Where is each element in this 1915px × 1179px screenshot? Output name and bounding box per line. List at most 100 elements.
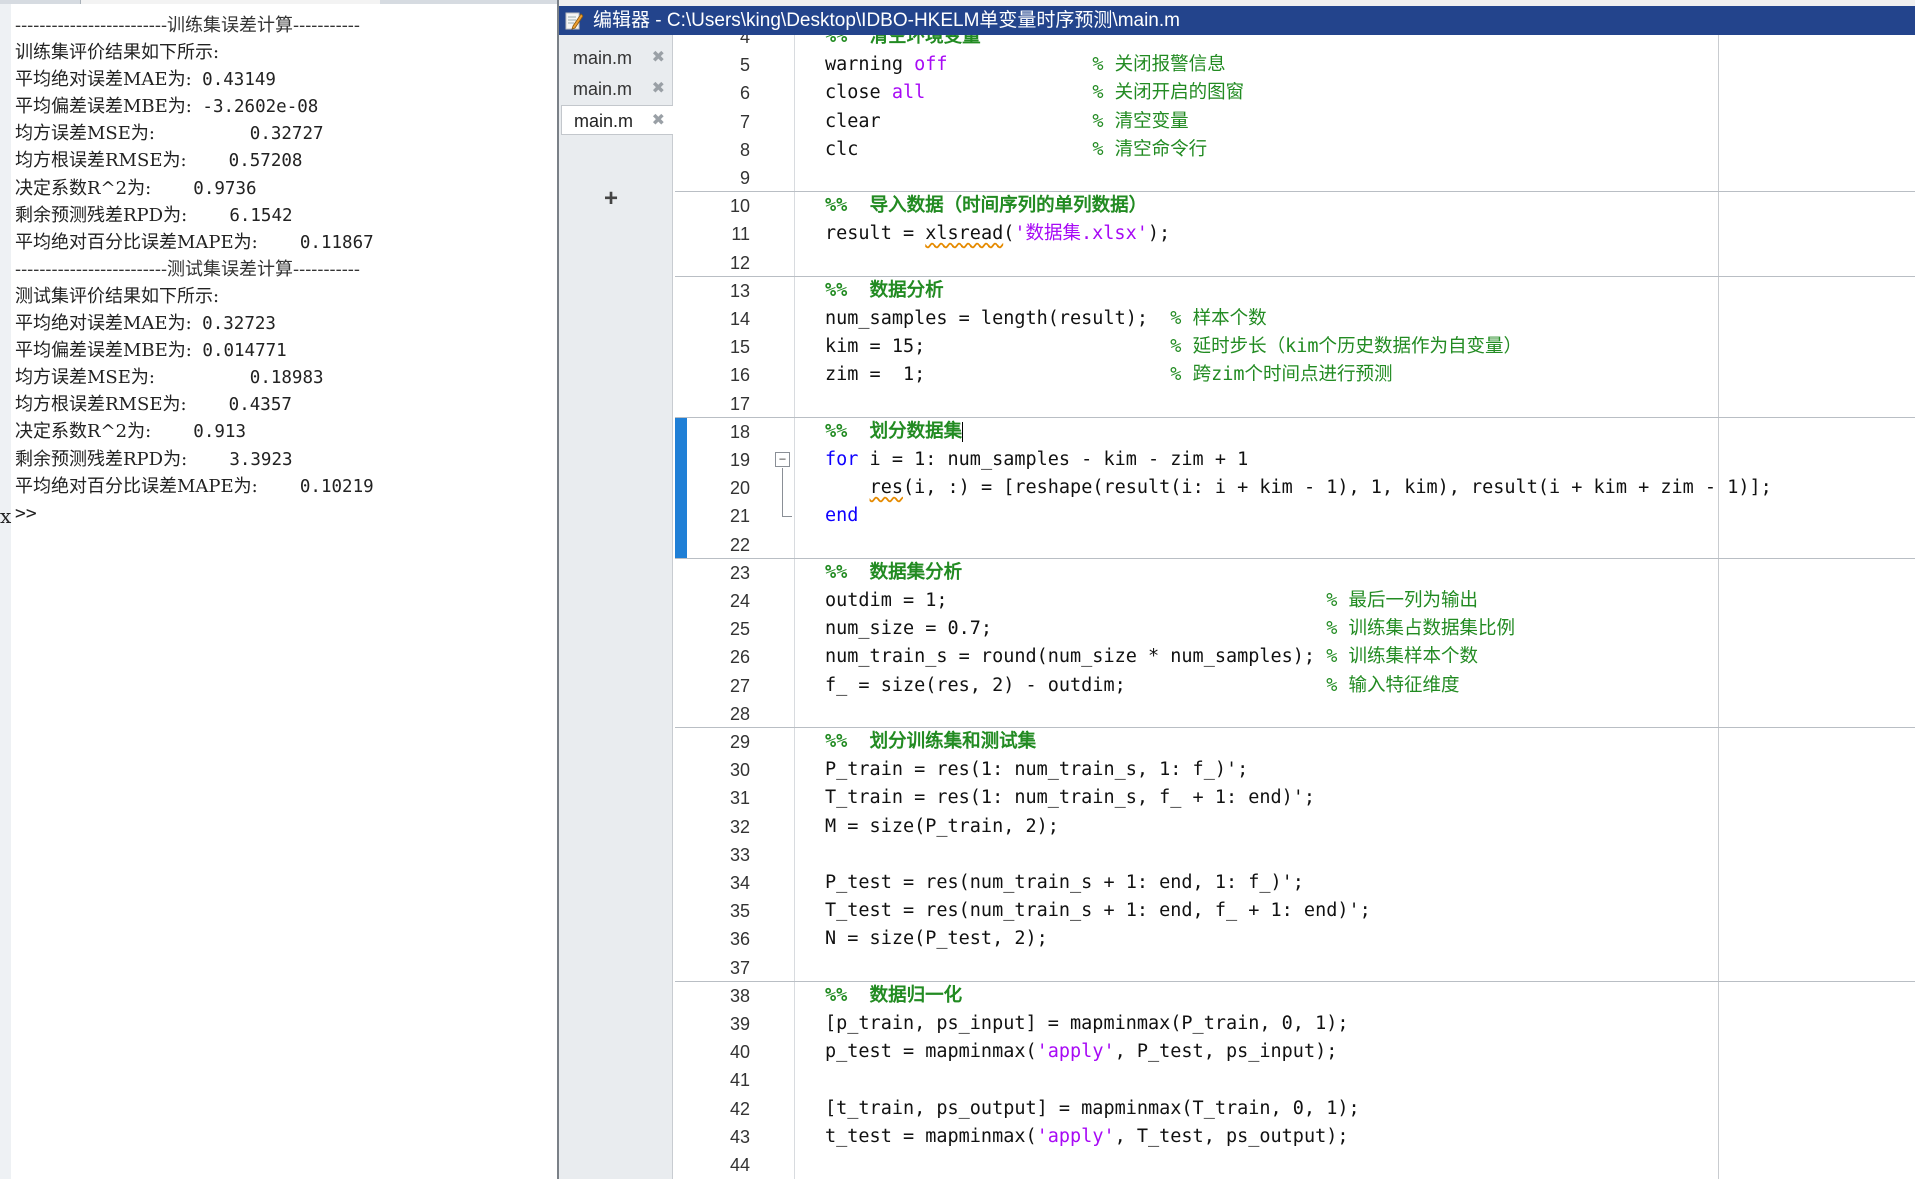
code-line[interactable]: 38 %% 数据归一化 bbox=[675, 982, 1915, 1010]
line-number: 28 bbox=[729, 703, 750, 724]
code-line[interactable]: 12 bbox=[675, 249, 1915, 277]
line-number: 4 bbox=[739, 35, 750, 47]
code-text: warning off % 关闭报警信息 bbox=[825, 54, 1226, 76]
output-line: 剩余预测残差RPD为: 3.3923 bbox=[15, 446, 555, 473]
code-line[interactable]: 25 num_size = 0.7; % 训练集占数据集比例 bbox=[675, 615, 1915, 643]
code-line[interactable]: 8 clc % 清空命令行 bbox=[675, 136, 1915, 164]
code-line[interactable]: 16 zim = 1; % 跨zim个时间点进行预测 bbox=[675, 361, 1915, 389]
tab-main-m[interactable]: main.m ✖ bbox=[561, 43, 673, 73]
code-line[interactable]: 35 T_test = res(num_train_s + 1: end, f_ … bbox=[675, 897, 1915, 925]
code-line[interactable]: 10 %% 导入数据（时间序列的单列数据） bbox=[675, 192, 1915, 220]
tab-main-m[interactable]: main.m ✖ bbox=[561, 74, 673, 104]
metric-value: 0.57208 bbox=[186, 151, 303, 172]
line-number: 42 bbox=[729, 1098, 750, 1119]
code-line[interactable]: 32 M = size(P_train, 2); bbox=[675, 813, 1915, 841]
metric-value: -3.2602e-08 bbox=[191, 97, 319, 118]
tab-close-icon[interactable]: ✖ bbox=[652, 43, 665, 73]
code-line[interactable]: 7 clear % 清空变量 bbox=[675, 108, 1915, 136]
line-number: 13 bbox=[729, 280, 750, 301]
line-number: 24 bbox=[729, 591, 750, 611]
code-text: num_train_s = round(num_size * num_sampl… bbox=[825, 646, 1479, 668]
code-line[interactable]: 41 bbox=[675, 1066, 1915, 1094]
code-line[interactable]: 9 bbox=[675, 164, 1915, 192]
line-number: 15 bbox=[729, 337, 750, 358]
editor-pencil-icon bbox=[565, 12, 583, 30]
line-number: 41 bbox=[729, 1070, 750, 1091]
code-line[interactable]: 17 bbox=[675, 390, 1915, 418]
code-line[interactable]: 18 %% 划分数据集 bbox=[675, 418, 1915, 446]
command-window[interactable]: -------------------------训练集误差计算--------… bbox=[0, 0, 557, 1179]
tab-main-m[interactable]: main.m ✖ bbox=[561, 105, 673, 135]
line-number: 20 bbox=[729, 478, 750, 499]
code-line[interactable]: 37 bbox=[675, 954, 1915, 982]
output-line: 决定系数R^2为: 0.9736 bbox=[15, 175, 555, 202]
output-separator: -------------------------训练集误差计算--------… bbox=[15, 15, 360, 36]
output-line: 均方误差MSE为: 0.18983 bbox=[15, 364, 555, 391]
tab-close-icon[interactable]: ✖ bbox=[652, 106, 665, 136]
code-line[interactable]: 15 kim = 15; % 延时步长（kim个历史数据作为自变量） bbox=[675, 333, 1915, 361]
metric-label: 决定系数R^2为: bbox=[15, 177, 152, 199]
code-text: result = xlsread('数据集.xlsx'); bbox=[825, 223, 1171, 245]
line-number: 5 bbox=[739, 55, 750, 76]
code-text: t_test = mapminmax('apply', T_test, ps_o… bbox=[825, 1125, 1349, 1147]
code-line[interactable]: 33 bbox=[675, 841, 1915, 869]
code-line[interactable]: 29 %% 划分训练集和测试集 bbox=[675, 728, 1915, 756]
new-tab-button[interactable]: + bbox=[604, 185, 618, 213]
code-line[interactable]: 36 N = size(P_test, 2); bbox=[675, 925, 1915, 953]
metric-value: 0.10219 bbox=[257, 476, 374, 497]
code-line[interactable]: 43 t_test = mapminmax('apply', T_test, ps… bbox=[675, 1123, 1915, 1151]
line-number: 19 bbox=[729, 450, 750, 470]
code-line[interactable]: 13 %% 数据分析 bbox=[675, 277, 1915, 305]
metric-label: 均方根误差RMSE为: bbox=[15, 150, 187, 172]
code-line[interactable]: 31 T_train = res(1: num_train_s, f_ + 1: … bbox=[675, 784, 1915, 812]
metric-label: 平均偏差误差MBE为: bbox=[15, 340, 192, 362]
code-line[interactable]: 28 bbox=[675, 700, 1915, 728]
code-line[interactable]: 30 P_train = res(1: num_train_s, 1: f_)'; bbox=[675, 756, 1915, 784]
code-line[interactable]: 19 for i = 1: num_samples - kim - zim + 1 bbox=[675, 446, 1915, 474]
fx-icon[interactable]: x bbox=[0, 504, 11, 528]
fold-collapse-icon[interactable]: − bbox=[775, 452, 790, 467]
metric-value: 0.11867 bbox=[257, 232, 374, 253]
code-editor[interactable]: 4 %% 清空环境变量 5 warning off % 关闭报警信息 6 close al… bbox=[675, 35, 1915, 1179]
code-line[interactable]: 27 f_ = size(res, 2) - outdim; % 输入特征维度 bbox=[675, 672, 1915, 700]
code-text: clear % 清空变量 bbox=[825, 110, 1189, 132]
code-line[interactable]: 5 warning off % 关闭报警信息 bbox=[675, 51, 1915, 79]
command-prompt[interactable]: >> bbox=[15, 500, 555, 527]
code-line[interactable]: 21 end bbox=[675, 502, 1915, 530]
code-line[interactable]: 20 res(i, :) = [reshape(result(i: i + ki… bbox=[675, 474, 1915, 502]
code-text: kim = 15; % 延时步长（kim个历史数据作为自变量） bbox=[825, 336, 1523, 358]
tab-close-icon[interactable]: ✖ bbox=[652, 74, 665, 104]
code-line[interactable]: 44 bbox=[675, 1151, 1915, 1179]
line-number: 9 bbox=[739, 168, 750, 188]
command-window-gutter bbox=[0, 4, 11, 1179]
code-line[interactable]: 22 bbox=[675, 531, 1915, 559]
tab-label: main.m bbox=[574, 111, 634, 131]
code-text: P_test = res(num_train_s + 1: end, 1: f_… bbox=[825, 872, 1304, 893]
metric-label: 平均偏差误差MBE为: bbox=[15, 96, 192, 118]
line-number: 21 bbox=[729, 506, 750, 527]
code-line[interactable]: 34 P_test = res(num_train_s + 1: end, 1: … bbox=[675, 869, 1915, 897]
code-line[interactable]: 4 %% 清空环境变量 bbox=[675, 35, 1915, 51]
code-line[interactable]: 42 [t_train, ps_output] = mapminmax(T_tra… bbox=[675, 1095, 1915, 1123]
code-line[interactable]: 39 [p_train, ps_input] = mapminmax(P_trai… bbox=[675, 1010, 1915, 1038]
code-line[interactable]: 14 num_samples = length(result); % 样本个数 bbox=[675, 305, 1915, 333]
output-separator: -------------------------测试集误差计算--------… bbox=[15, 258, 360, 280]
code-line[interactable]: 6 close all % 关闭开启的图窗 bbox=[675, 79, 1915, 107]
line-number: 26 bbox=[729, 647, 750, 668]
code-line[interactable]: 23 %% 数据集分析 bbox=[675, 559, 1915, 587]
code-text: for i = 1: num_samples - kim - zim + 1 bbox=[825, 449, 1249, 470]
code-line[interactable]: 40 p_test = mapminmax('apply', P_test, ps… bbox=[675, 1038, 1915, 1066]
editor-title: 编辑器 - C:\Users\king\Desktop\IDBO-HKELM单变… bbox=[593, 10, 1180, 31]
code-line[interactable]: 26 num_train_s = round(num_size * num_sam… bbox=[675, 643, 1915, 671]
code-line[interactable]: 24 outdim = 1; % 最后一列为输出 bbox=[675, 587, 1915, 615]
code-line[interactable]: 11 result = xlsread('数据集.xlsx'); bbox=[675, 220, 1915, 248]
code-text: num_samples = length(result); % 样本个数 bbox=[825, 308, 1267, 329]
output-line: 平均绝对百分比误差MAPE为: 0.11867 bbox=[15, 229, 555, 256]
metric-label: 训练集评价结果如下所示: bbox=[15, 42, 220, 64]
line-number: 31 bbox=[729, 788, 750, 809]
editor-titlebar[interactable]: 编辑器 - C:\Users\king\Desktop\IDBO-HKELM单变… bbox=[559, 6, 1915, 35]
code-text: outdim = 1; % 最后一列为输出 bbox=[825, 590, 1479, 611]
output-line: 训练集评价结果如下所示: bbox=[15, 39, 555, 66]
code-text: %% 导入数据（时间序列的单列数据） bbox=[825, 195, 1148, 217]
line-number: 33 bbox=[729, 844, 750, 865]
